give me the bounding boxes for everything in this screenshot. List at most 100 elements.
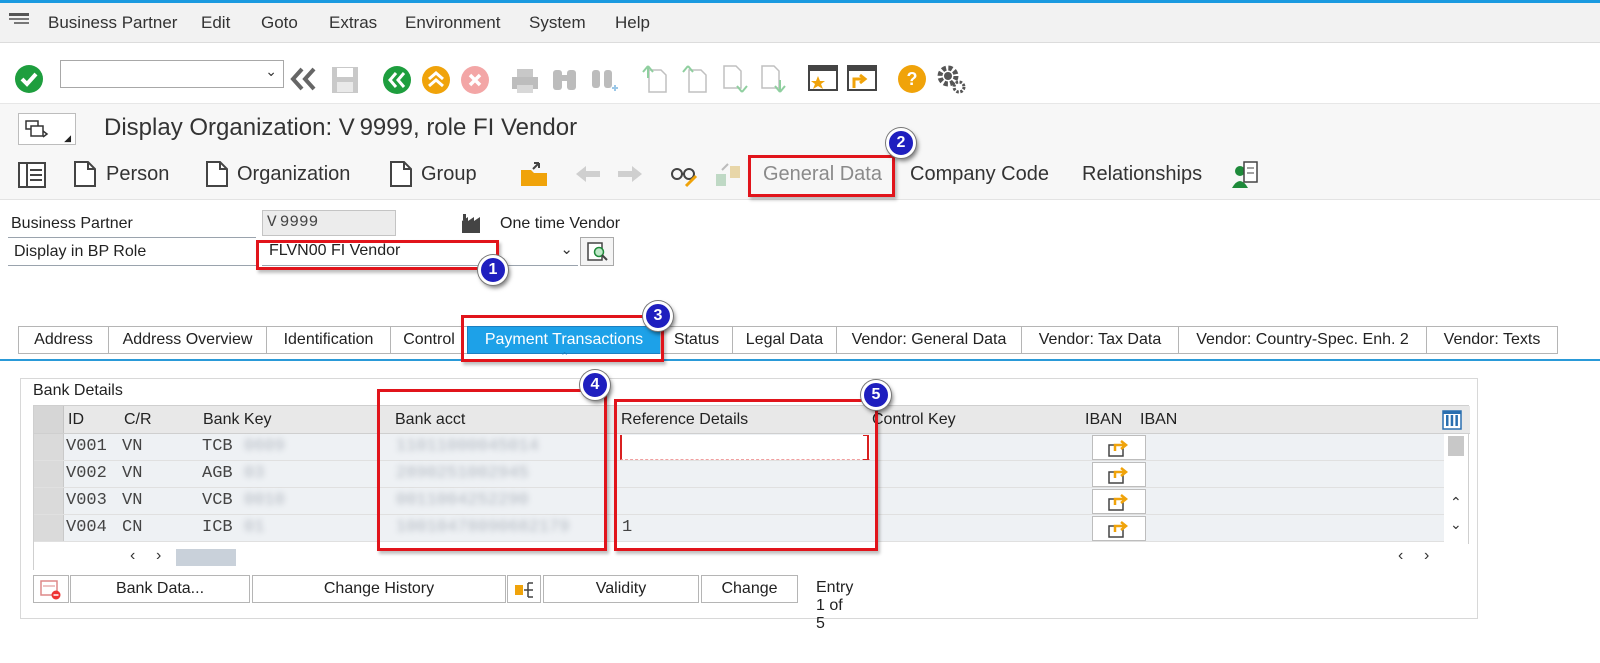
table-row[interactable]: V001 VN TCB 0609 11011000045014: [34, 434, 1444, 461]
check-icon[interactable]: [14, 64, 44, 94]
tab-vendor-country-spec[interactable]: Vendor: Country-Spec. Enh. 2: [1178, 326, 1427, 354]
exit-icon[interactable]: [421, 65, 451, 95]
menu-edit[interactable]: Edit: [201, 13, 230, 33]
next-arrow-icon[interactable]: [616, 164, 644, 184]
iban-button[interactable]: [1092, 462, 1146, 487]
reference-details-input[interactable]: [620, 435, 870, 460]
help-icon[interactable]: ?: [897, 64, 927, 94]
switch-icon[interactable]: [714, 160, 744, 188]
col-bank-acct[interactable]: Bank acct: [395, 411, 465, 429]
tab-vendor-tax-data[interactable]: Vendor: Tax Data: [1021, 326, 1179, 354]
tab-vendor-general-data[interactable]: Vendor: General Data: [836, 326, 1022, 354]
scroll-thumb[interactable]: [1448, 436, 1464, 456]
col-iban-button[interactable]: IBAN: [1085, 411, 1122, 429]
open-folder-icon[interactable]: [519, 160, 549, 188]
horizontal-scroll-thumb[interactable]: [176, 549, 236, 566]
select-all-cell[interactable]: [34, 406, 64, 433]
iban-button[interactable]: [1092, 435, 1146, 460]
bank-details-group: Bank Details ID C/R Bank Key Bank acct R…: [20, 378, 1478, 632]
row-selector[interactable]: [34, 461, 64, 487]
col-id[interactable]: ID: [68, 411, 84, 429]
person-document-icon[interactable]: [73, 160, 97, 188]
first-page-icon[interactable]: [640, 64, 670, 94]
bp-role-dropdown[interactable]: FLVN00 FI Vendor ⌄: [262, 238, 578, 266]
shortcut-icon[interactable]: [846, 64, 878, 94]
tab-legal-data[interactable]: Legal Data: [732, 326, 837, 354]
menu-icon[interactable]: [8, 12, 30, 28]
relationships-button[interactable]: Relationships: [1082, 163, 1202, 186]
delete-row-button[interactable]: [33, 575, 69, 603]
col-cr[interactable]: C/R: [124, 411, 152, 429]
command-field[interactable]: ⌄: [60, 60, 284, 88]
menu-system[interactable]: System: [529, 13, 586, 33]
menu-environment[interactable]: Environment: [405, 13, 500, 33]
table-row[interactable]: V003 VN VCB 0010 0011004252290: [34, 488, 1444, 515]
row-selector[interactable]: [34, 488, 64, 514]
validity-button[interactable]: Validity: [543, 575, 699, 603]
chevron-down-icon[interactable]: ⌄: [560, 240, 573, 258]
organization-button[interactable]: Organization: [237, 163, 350, 186]
scroll-right-icon[interactable]: ›: [156, 547, 161, 565]
col-reference-details[interactable]: Reference Details: [621, 411, 748, 429]
find-icon[interactable]: [550, 66, 580, 96]
group-document-icon[interactable]: [389, 160, 413, 188]
menu-help[interactable]: Help: [615, 13, 650, 33]
change-history-button[interactable]: Change History: [252, 575, 506, 603]
company-code-button[interactable]: Company Code: [910, 163, 1049, 186]
business-partner-field[interactable]: V 9999: [262, 210, 396, 236]
display-change-glasses-icon[interactable]: [669, 160, 699, 188]
iban-button[interactable]: [1092, 516, 1146, 541]
organization-document-icon[interactable]: [205, 160, 229, 188]
person-settings-icon[interactable]: [1230, 160, 1260, 190]
locator-icon[interactable]: [18, 162, 46, 188]
vertical-scrollbar[interactable]: ⌃ ⌄: [1444, 434, 1468, 544]
cell-bank-key: VCB: [202, 491, 233, 510]
system-menu-button[interactable]: ◢: [18, 113, 76, 145]
previous-page-icon[interactable]: [680, 64, 710, 94]
tab-vendor-texts[interactable]: Vendor: Texts: [1426, 326, 1558, 354]
row-selector[interactable]: [34, 515, 64, 541]
dropdown-icon[interactable]: ⌄: [265, 63, 277, 80]
scroll-down-icon[interactable]: ⌄: [1450, 516, 1462, 533]
scroll-up-icon[interactable]: ⌃: [1450, 494, 1462, 511]
back-icon[interactable]: [382, 65, 412, 95]
row-selector[interactable]: [34, 434, 64, 460]
column-settings-icon[interactable]: [1442, 410, 1462, 430]
previous-arrow-icon[interactable]: [574, 164, 602, 184]
print-icon[interactable]: [510, 66, 540, 96]
scroll-left-right-pane-icon[interactable]: ‹: [1398, 547, 1403, 565]
col-bank-key[interactable]: Bank Key: [203, 411, 271, 429]
tab-status[interactable]: Status: [660, 326, 733, 354]
save-icon[interactable]: [330, 65, 360, 95]
cancel-icon[interactable]: [460, 65, 490, 95]
person-button[interactable]: Person: [106, 163, 169, 186]
table-row[interactable]: V004 CN ICB 01 10010478090682179 1: [34, 515, 1444, 542]
menu-business-partner[interactable]: Business Partner: [48, 13, 177, 33]
bank-data-button[interactable]: Bank Data...: [70, 575, 250, 603]
role-detail-button[interactable]: [580, 237, 614, 266]
tab-control[interactable]: Control: [390, 326, 468, 354]
last-page-icon[interactable]: [758, 64, 788, 94]
settings-icon[interactable]: [936, 64, 966, 94]
find-next-icon[interactable]: [590, 66, 620, 96]
next-page-icon[interactable]: [720, 64, 750, 94]
general-data-button[interactable]: General Data: [763, 163, 882, 186]
fast-back-icon[interactable]: [290, 66, 318, 92]
corner-arrow-icon: ◢: [64, 133, 71, 143]
menu-goto[interactable]: Goto: [261, 13, 298, 33]
scroll-left-icon[interactable]: ‹: [130, 547, 135, 565]
col-control-key[interactable]: Control Key: [872, 411, 956, 429]
period-button[interactable]: [507, 575, 541, 603]
change-button[interactable]: Change: [701, 575, 798, 603]
tab-address-overview[interactable]: Address Overview: [108, 326, 267, 354]
create-session-icon[interactable]: [807, 64, 839, 94]
col-iban[interactable]: IBAN: [1140, 411, 1177, 429]
menu-extras[interactable]: Extras: [329, 13, 377, 33]
tab-identification[interactable]: Identification: [266, 326, 391, 354]
group-button[interactable]: Group: [421, 163, 477, 186]
tab-address[interactable]: Address: [18, 326, 109, 354]
iban-jump-icon: [1108, 467, 1129, 484]
scroll-right-right-pane-icon[interactable]: ›: [1424, 547, 1429, 565]
iban-button[interactable]: [1092, 489, 1146, 514]
table-row[interactable]: V002 VN AGB 03 2890251002945: [34, 461, 1444, 488]
